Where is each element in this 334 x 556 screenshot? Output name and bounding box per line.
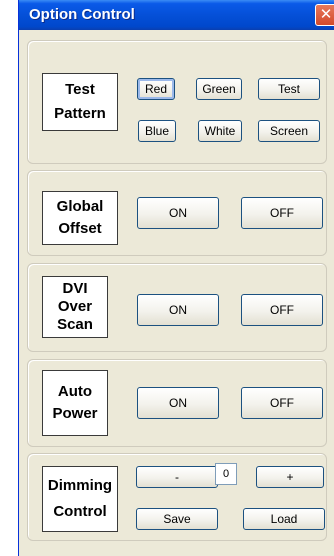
dvi-over-scan-on-button[interactable]: ON (137, 294, 219, 326)
dimming-save-button[interactable]: Save (136, 508, 218, 530)
global-offset-label: Global Offset (42, 191, 118, 245)
dimming-load-button[interactable]: Load (243, 508, 325, 530)
window-title: Option Control (29, 6, 135, 23)
auto-power-label-line2: Power (52, 405, 98, 422)
green-button[interactable]: Green (196, 78, 242, 100)
auto-power-on-button[interactable]: ON (137, 387, 219, 419)
test-pattern-label: Test Pattern (42, 73, 118, 131)
screen-button[interactable]: Screen (258, 120, 320, 142)
dimming-minus-button[interactable]: - (136, 466, 218, 488)
dimming-control-label-line2: Control (53, 503, 107, 520)
auto-power-label-line1: Auto (57, 383, 93, 400)
test-pattern-label-line2: Pattern (54, 105, 106, 122)
blue-button[interactable]: Blue (138, 120, 176, 142)
test-pattern-label-line1: Test (65, 81, 95, 98)
close-icon: ✕ (319, 6, 333, 23)
dimming-control-label: Dimming Control (42, 466, 118, 532)
test-pattern-group: Test Pattern Red Green Test Blue White S… (27, 40, 327, 164)
close-button[interactable]: ✕ (315, 4, 334, 26)
dimming-value-field[interactable]: 0 (215, 463, 237, 485)
test-button[interactable]: Test (258, 78, 320, 100)
auto-power-group: Auto Power ON OFF (27, 359, 327, 447)
dimming-plus-button[interactable]: + (256, 466, 324, 488)
option-control-window: Option Control ✕ Test Pattern Red Green … (18, 0, 334, 556)
dvi-over-scan-group: DVI Over Scan ON OFF (27, 263, 327, 352)
title-bar[interactable]: Option Control ✕ (19, 0, 334, 30)
global-offset-on-button[interactable]: ON (137, 197, 219, 229)
auto-power-label: Auto Power (42, 370, 108, 436)
global-offset-label-line2: Offset (58, 220, 102, 237)
dvi-over-scan-label-line3: Scan (57, 316, 93, 333)
global-offset-label-line1: Global (56, 198, 104, 215)
dvi-over-scan-label-line2: Over (57, 298, 93, 315)
global-offset-off-button[interactable]: OFF (241, 197, 323, 229)
dimming-control-group: Dimming Control - 0 + Save Load (27, 453, 327, 541)
dvi-over-scan-off-button[interactable]: OFF (241, 294, 323, 326)
white-button[interactable]: White (198, 120, 242, 142)
auto-power-off-button[interactable]: OFF (241, 387, 323, 419)
global-offset-group: Global Offset ON OFF (27, 170, 327, 256)
dimming-control-label-line1: Dimming (47, 477, 113, 494)
dvi-over-scan-label: DVI Over Scan (42, 276, 108, 338)
red-button[interactable]: Red (137, 78, 175, 100)
dvi-over-scan-label-line1: DVI (62, 280, 88, 297)
